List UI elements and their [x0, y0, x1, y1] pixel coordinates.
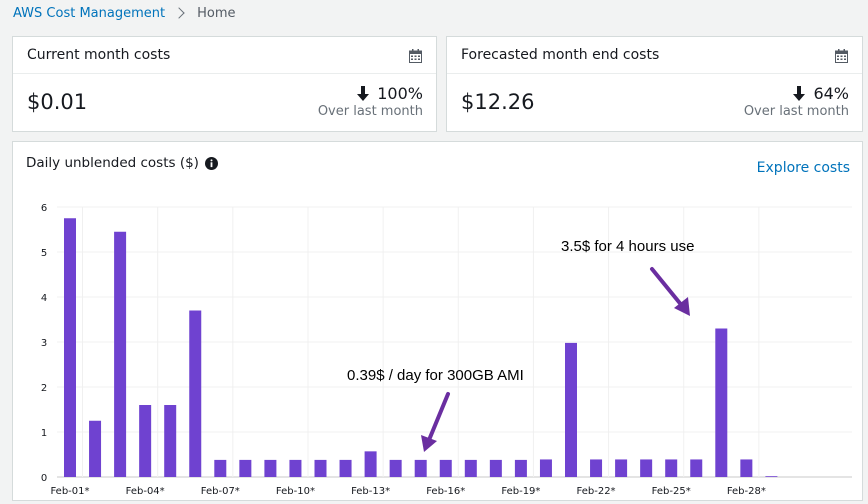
bar-Feb-24*[interactable] [640, 459, 653, 477]
x-tick-label: Feb-25* [652, 486, 691, 497]
x-tick-label: Feb-22* [577, 486, 616, 497]
bar-Feb-03*[interactable] [114, 231, 127, 477]
bar-Feb-05*[interactable] [164, 405, 177, 477]
x-tick-label: Feb-04* [126, 486, 165, 497]
bar-Feb-14*[interactable] [389, 459, 402, 477]
annotation-text: 0.39$ / day for 300GB AMI [347, 367, 524, 384]
bar-Feb-08*[interactable] [239, 459, 252, 477]
bar-Feb-10*[interactable] [289, 459, 302, 477]
y-tick-label: 3 [41, 338, 47, 349]
bar-Feb-07*[interactable] [214, 459, 227, 477]
bar-Feb-18*[interactable] [489, 459, 502, 477]
y-tick-label: 6 [41, 203, 47, 214]
y-tick-label: 4 [41, 293, 47, 304]
bar-Feb-15*[interactable] [414, 459, 427, 477]
bar-Feb-06*[interactable] [189, 310, 202, 478]
x-tick-label: Feb-10* [276, 486, 315, 497]
bar-Feb-11*[interactable] [314, 459, 327, 477]
x-tick-label: Feb-07* [201, 486, 240, 497]
x-tick-label: Feb-01* [50, 486, 89, 497]
y-tick-label: 2 [41, 383, 47, 394]
bar-Feb-13*[interactable] [364, 451, 377, 477]
x-tick-label: Feb-28* [727, 486, 766, 497]
bar-Feb-20*[interactable] [539, 459, 552, 477]
y-tick-label: 1 [41, 428, 47, 439]
bar-Feb-17*[interactable] [464, 459, 477, 477]
x-tick-label: Feb-13* [351, 486, 390, 497]
bar-Feb-02*[interactable] [89, 420, 102, 477]
daily-costs-chart: 0 1 2 3 4 5 6 Feb-01* Feb-04* Feb-07* Feb-10* Feb-1… [41, 203, 852, 497]
bar-Feb-22*[interactable] [590, 459, 603, 477]
y-tick-label: 0 [41, 473, 47, 484]
annotation-arrow [650, 267, 685, 309]
x-tick-label: Feb-16* [426, 486, 465, 497]
bar-Feb-28*[interactable] [740, 459, 753, 477]
bar-Feb-19*[interactable] [514, 459, 527, 477]
bar-Feb-25*[interactable] [665, 459, 678, 477]
bar-Feb-26*[interactable] [690, 459, 703, 477]
bar-Feb-27*[interactable] [715, 328, 728, 478]
annotation-arrow [427, 392, 450, 442]
bar-Feb-29*[interactable] [765, 476, 778, 477]
bar-Feb-16*[interactable] [439, 459, 452, 477]
annotation-text: 3.5$ for 4 hours use [561, 238, 694, 255]
bar-Feb-04*[interactable] [139, 405, 152, 477]
bar-Feb-01*[interactable] [64, 218, 76, 477]
bar-Feb-21*[interactable] [565, 342, 577, 477]
bar-Feb-09*[interactable] [264, 459, 277, 477]
bar-Feb-12*[interactable] [339, 459, 352, 477]
x-tick-label: Feb-19* [501, 486, 540, 497]
bar-Feb-23*[interactable] [615, 459, 628, 477]
y-tick-label: 5 [41, 248, 47, 259]
